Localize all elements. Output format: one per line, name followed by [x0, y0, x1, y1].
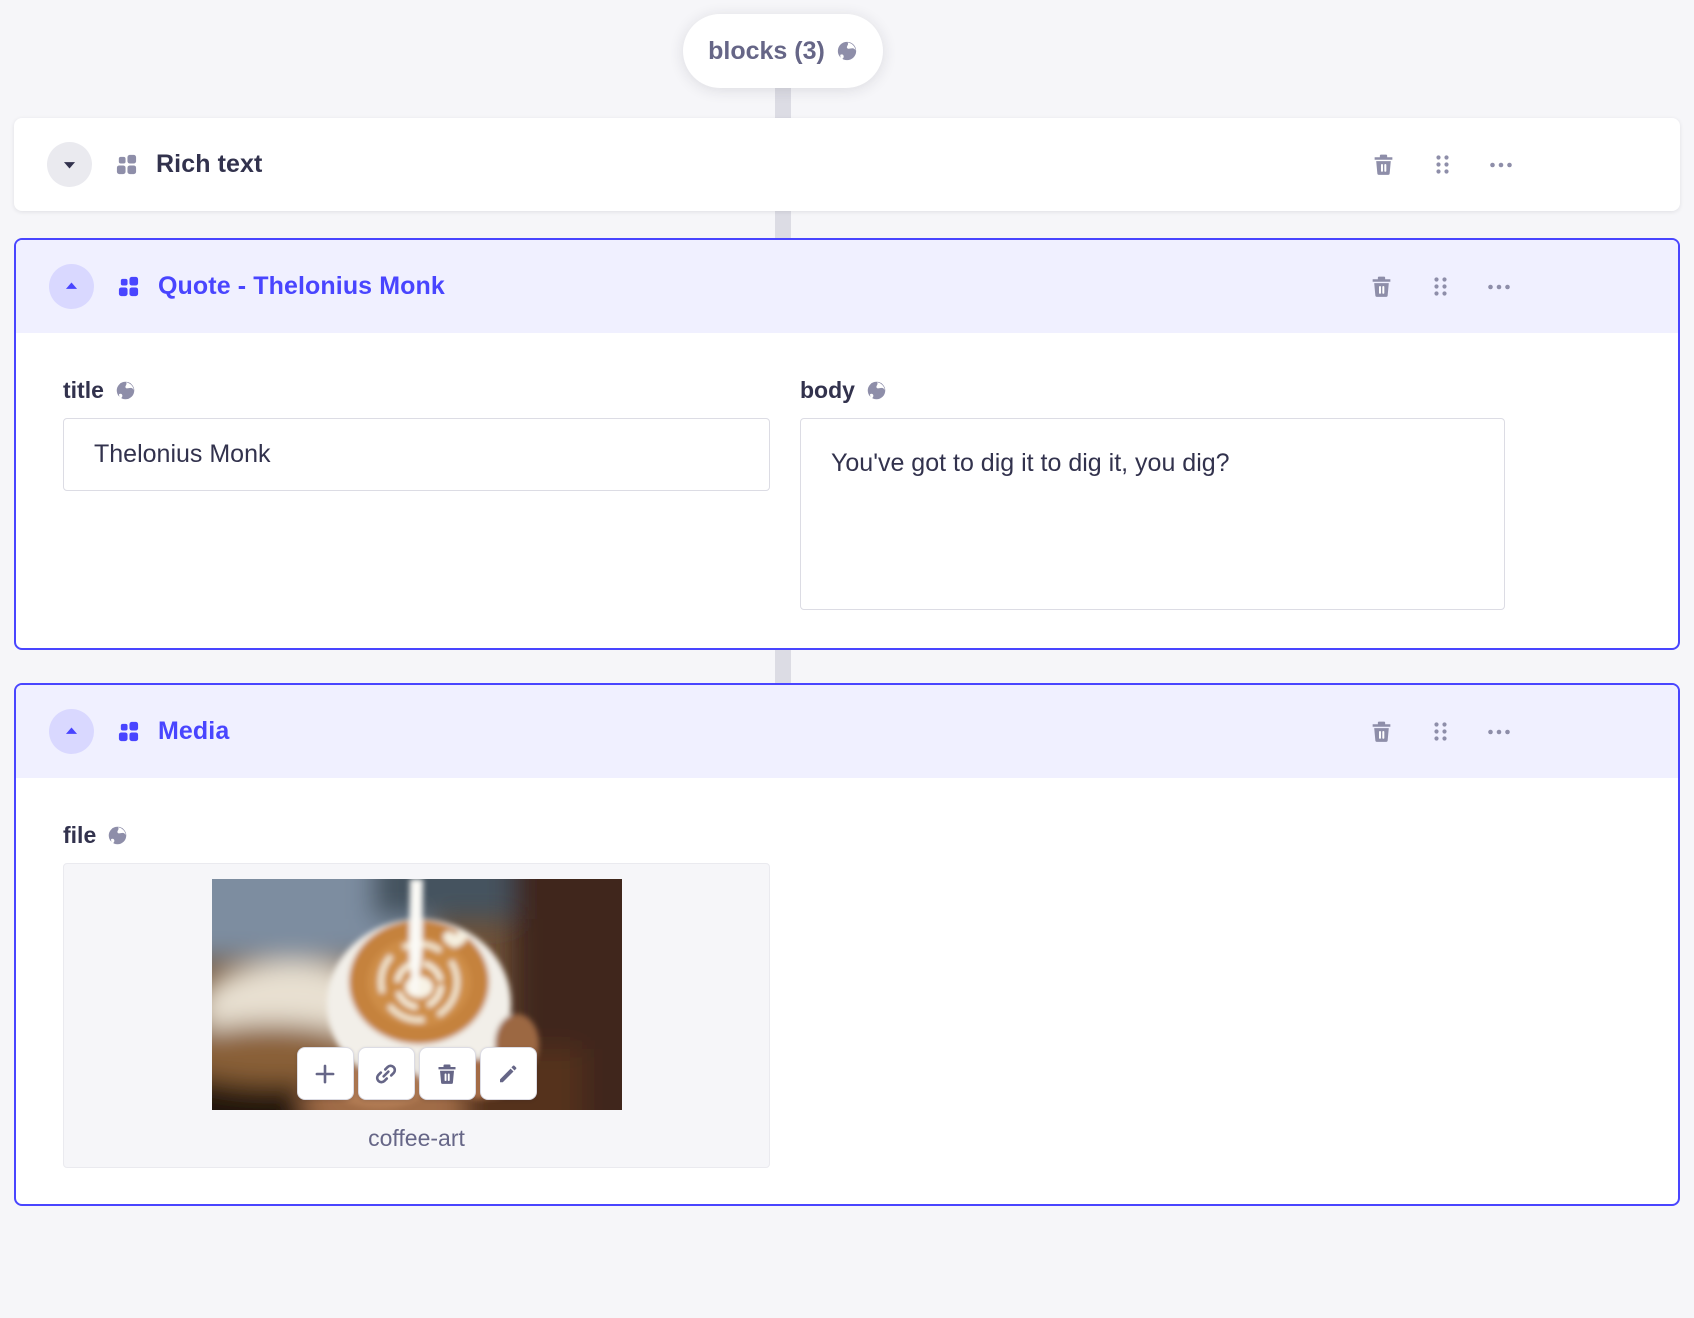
block-title: Quote - Thelonius Monk: [158, 272, 445, 300]
zone-pill-label: blocks (3): [708, 36, 825, 65]
collapse-toggle-button[interactable]: [49, 709, 94, 754]
media-file-card: coffee-art: [63, 863, 770, 1168]
component-grid-icon: [117, 720, 140, 743]
drag-handle-icon[interactable]: [1431, 721, 1450, 742]
block-quote: Quote - Thelonius Monk title Thelonius M…: [14, 238, 1680, 650]
chevron-down-icon: [60, 155, 79, 174]
drag-handle-icon[interactable]: [1431, 276, 1450, 297]
title-input[interactable]: [63, 418, 770, 491]
globe-icon: [866, 380, 887, 401]
more-options-icon[interactable]: [1487, 283, 1511, 291]
file-field-label: file: [63, 822, 97, 848]
title-field-label: title: [63, 377, 104, 403]
block-media-header[interactable]: Media: [16, 685, 1678, 778]
block-title: Rich text: [156, 150, 263, 178]
globe-icon: [836, 40, 858, 62]
block-quote-header[interactable]: Quote - Thelonius Monk: [16, 240, 1678, 333]
globe-icon: [115, 380, 136, 401]
delete-block-button[interactable]: [1369, 719, 1394, 744]
body-field-label: body: [800, 377, 855, 403]
body-textarea[interactable]: You've got to dig it to dig it, you dig?: [800, 418, 1505, 610]
collapse-toggle-button[interactable]: [49, 264, 94, 309]
delete-block-button[interactable]: [1369, 274, 1394, 299]
chevron-up-icon: [62, 722, 81, 741]
block-rich-text: Rich text: [14, 118, 1680, 211]
edit-media-button[interactable]: [479, 1047, 537, 1100]
globe-icon: [107, 825, 128, 846]
delete-block-button[interactable]: [1371, 152, 1396, 177]
block-title: Media: [158, 717, 230, 745]
block-rich-text-header[interactable]: Rich text: [14, 118, 1680, 211]
more-options-icon[interactable]: [1487, 728, 1511, 736]
add-media-button[interactable]: [296, 1047, 354, 1100]
drag-handle-icon[interactable]: [1433, 154, 1452, 175]
chevron-up-icon: [62, 277, 81, 296]
component-grid-icon: [117, 275, 140, 298]
media-file-name: coffee-art: [368, 1125, 465, 1151]
expand-toggle-button[interactable]: [47, 142, 92, 187]
copy-link-button[interactable]: [357, 1047, 415, 1100]
block-media: Media file coffee-art: [14, 683, 1680, 1206]
component-grid-icon: [115, 153, 138, 176]
dynamic-zone-pill: blocks (3): [683, 14, 883, 88]
delete-media-button[interactable]: [418, 1047, 476, 1100]
more-options-icon[interactable]: [1489, 161, 1513, 169]
